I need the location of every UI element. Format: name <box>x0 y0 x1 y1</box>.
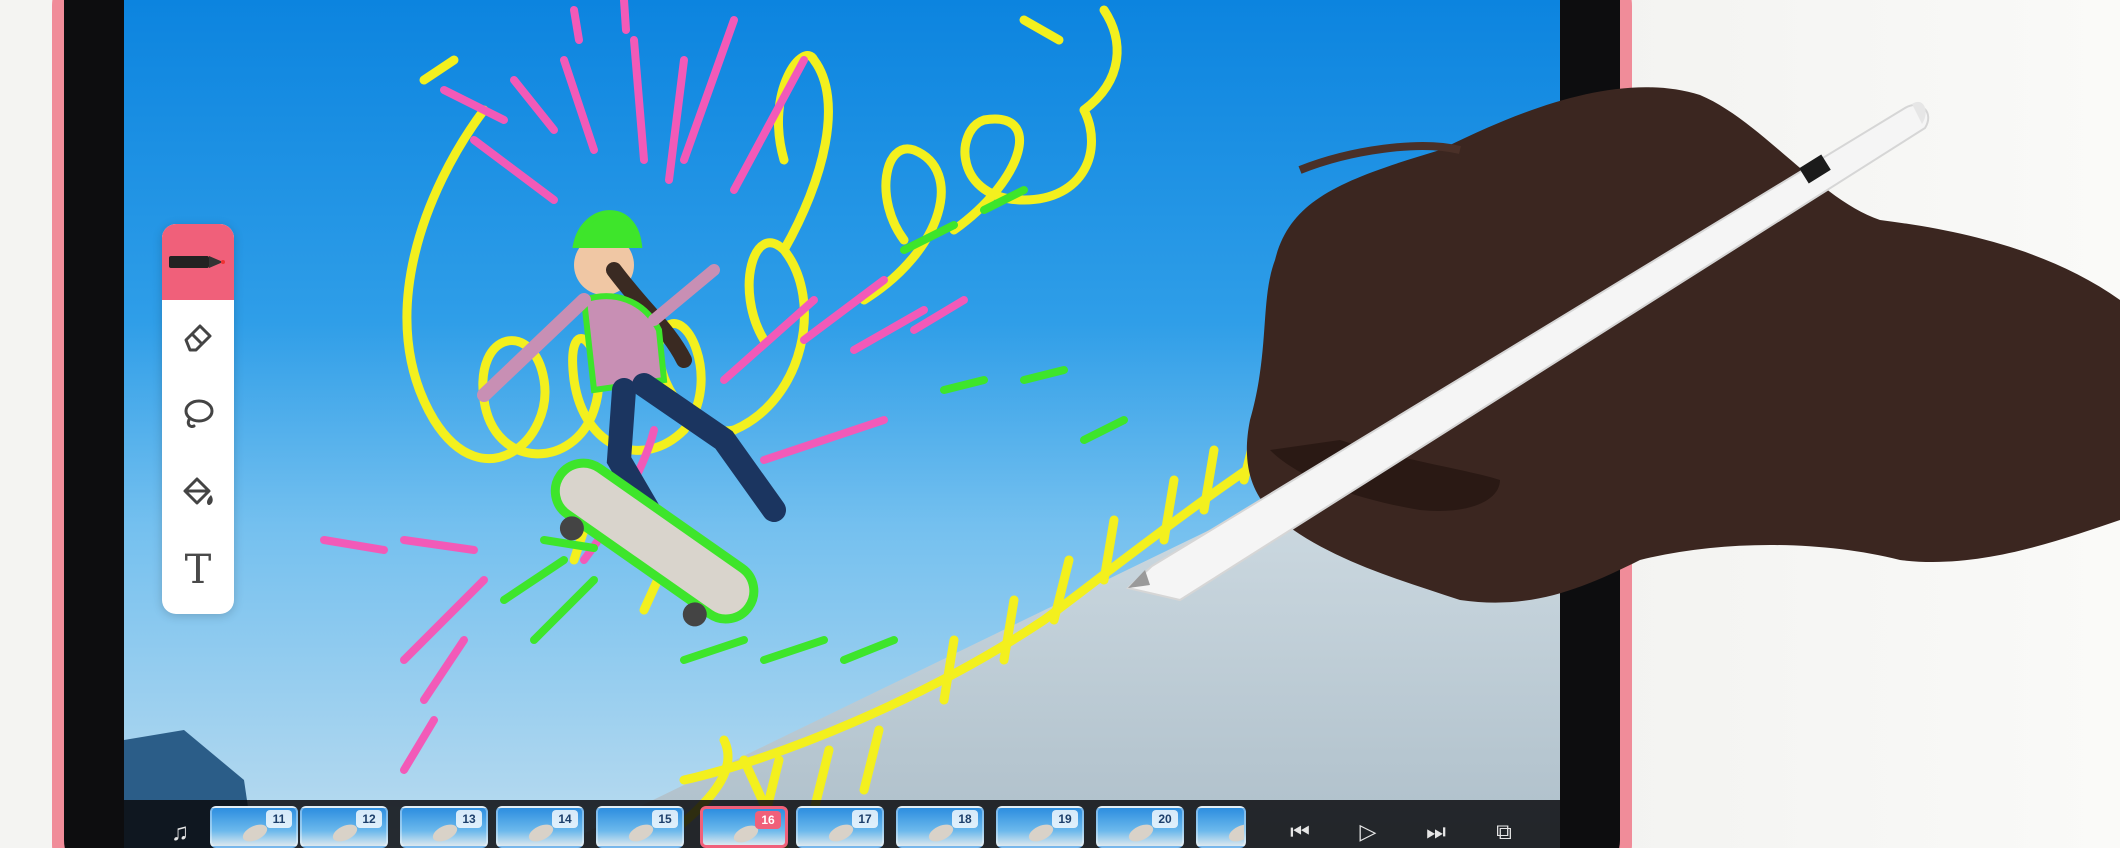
hand-holding-pencil <box>1125 87 2120 603</box>
hand <box>1246 87 2120 603</box>
product-scene: T ♫ 11 12 13 14 15 16 17 18 19 20 ⏮ ▷ ⏭ … <box>0 0 2120 848</box>
